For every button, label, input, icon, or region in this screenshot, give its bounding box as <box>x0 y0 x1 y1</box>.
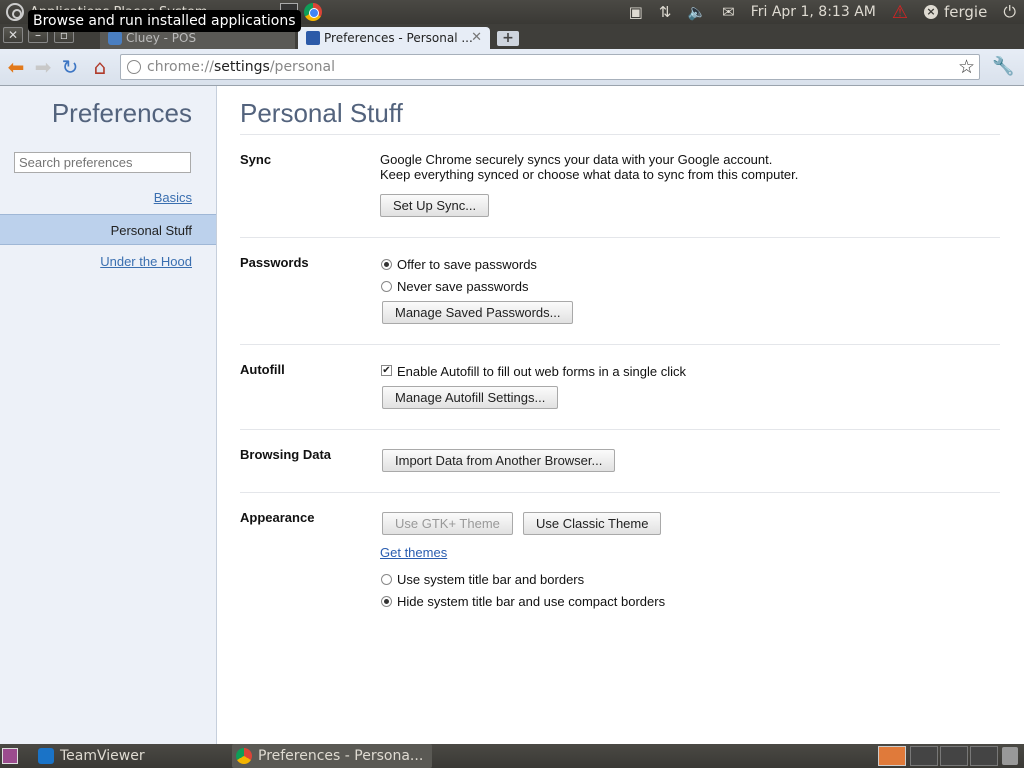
search-preferences-input[interactable] <box>14 152 191 173</box>
power-icon[interactable]: ⏻ <box>1003 2 1016 22</box>
import-data-button[interactable]: Import Data from Another Browser... <box>382 449 616 472</box>
system-tray: ▣ ⇅ 🔈 ✉ Fri Apr 1, 8:13 AM ⚠ × fergie ⏻ <box>621 0 1024 24</box>
hide-system-title-bar-radio[interactable] <box>381 596 392 607</box>
manage-saved-passwords-button[interactable]: Manage Saved Passwords... <box>382 301 574 324</box>
passwords-label: Passwords <box>240 255 309 270</box>
chrome-icon <box>236 748 252 764</box>
bookmark-star-icon[interactable]: ☆ <box>958 56 975 78</box>
new-tab-button[interactable]: + <box>497 31 519 46</box>
user-name: fergie <box>944 3 988 21</box>
url-text: chrome://settings/personal <box>147 59 336 75</box>
display-icon[interactable]: ▣ <box>629 3 643 21</box>
mail-icon[interactable]: ✉ <box>722 3 735 21</box>
use-system-title-bar-radio[interactable] <box>381 574 392 585</box>
ubuntu-logo-icon[interactable] <box>6 3 24 21</box>
volume-icon[interactable]: 🔈 <box>687 3 706 21</box>
taskbar-label: TeamViewer <box>60 748 145 764</box>
teamviewer-icon <box>38 748 54 764</box>
browser-toolbar: ⬅ ➡ ↻ ⌂ chrome://settings/personal ☆ 🔧 <box>0 49 1024 86</box>
hide-system-title-bar-label: Hide system title bar and use compact bo… <box>397 594 666 609</box>
offer-save-passwords-label: Offer to save passwords <box>397 257 537 272</box>
reload-icon[interactable]: ↻ <box>59 56 81 78</box>
set-up-sync-button[interactable]: Set Up Sync... <box>380 194 490 217</box>
offer-save-passwords-radio[interactable] <box>381 259 392 270</box>
trash-icon[interactable] <box>1002 747 1018 765</box>
show-desktop-icon[interactable] <box>2 748 18 764</box>
manage-autofill-settings-button[interactable]: Manage Autofill Settings... <box>382 386 559 409</box>
sync-description-1: Google Chrome securely syncs your data w… <box>380 152 773 167</box>
tab-title: Preferences - Personal ... <box>324 31 473 45</box>
sync-label: Sync <box>240 152 272 167</box>
sidebar-item-basics[interactable]: Basics <box>0 182 216 213</box>
never-save-passwords-radio[interactable] <box>381 281 392 292</box>
taskbar-label: Preferences - Persona... <box>258 748 424 764</box>
appearance-label: Appearance <box>240 510 315 525</box>
forward-arrow-icon[interactable]: ➡ <box>32 56 54 78</box>
enable-autofill-label: Enable Autofill to fill out web forms in… <box>397 364 687 379</box>
page-title: Personal Stuff <box>240 98 403 128</box>
back-arrow-icon[interactable]: ⬅ <box>5 56 27 78</box>
get-themes-link[interactable]: Get themes <box>380 545 447 560</box>
divider <box>240 134 1000 135</box>
wrench-favicon-icon <box>306 31 320 45</box>
cluey-favicon-icon <box>108 31 122 45</box>
tab-title: Cluey - POS <box>126 31 197 45</box>
sidebar-item-under-the-hood[interactable]: Under the Hood <box>0 246 216 277</box>
wrench-menu-icon[interactable]: 🔧 <box>992 56 1014 77</box>
workspace-1-icon[interactable] <box>878 746 906 766</box>
workspace-2-icon[interactable] <box>910 746 938 766</box>
workspace-4-icon[interactable] <box>970 746 998 766</box>
omnibox[interactable]: chrome://settings/personal ☆ <box>120 54 980 80</box>
divider <box>240 492 1000 493</box>
clock[interactable]: Fri Apr 1, 8:13 AM <box>751 4 876 20</box>
launcher-tooltip: Browse and run installed applications <box>28 10 301 32</box>
sync-description-2: Keep everything synced or choose what da… <box>380 167 799 182</box>
sidebar-title: Preferences <box>51 98 192 128</box>
preferences-sidebar: Preferences Basics Personal Stuff Under … <box>0 86 217 744</box>
top-panel: Applications Places System Browse and ru… <box>0 0 1024 32</box>
preferences-main: Personal Stuff Sync Google Chrome secure… <box>218 86 1024 744</box>
use-classic-theme-button[interactable]: Use Classic Theme <box>523 512 662 535</box>
warning-icon[interactable]: ⚠ <box>892 2 908 23</box>
never-save-passwords-label: Never save passwords <box>397 279 529 294</box>
autofill-label: Autofill <box>240 362 285 377</box>
enable-autofill-checkbox[interactable]: ✔ <box>381 365 392 376</box>
use-gtk-theme-button[interactable]: Use GTK+ Theme <box>382 512 513 535</box>
divider <box>240 237 1000 238</box>
home-icon[interactable]: ⌂ <box>89 56 111 78</box>
sidebar-item-personal-stuff[interactable]: Personal Stuff <box>0 214 216 245</box>
browsing-data-label: Browsing Data <box>240 447 332 462</box>
taskbar-item-preferences[interactable]: Preferences - Persona... <box>232 744 432 768</box>
tab-close-icon[interactable]: ✕ <box>471 27 482 49</box>
bottom-panel: TeamViewer Preferences - Persona... <box>0 744 1024 768</box>
use-system-title-bar-label: Use system title bar and borders <box>397 572 585 587</box>
chrome-launcher-icon[interactable] <box>304 3 322 21</box>
user-menu[interactable]: × fergie <box>924 3 987 21</box>
workspace-3-icon[interactable] <box>940 746 968 766</box>
divider <box>240 344 1000 345</box>
divider <box>240 429 1000 430</box>
network-icon[interactable]: ⇅ <box>659 3 672 21</box>
page-info-icon[interactable] <box>127 60 141 74</box>
tab-preferences[interactable]: Preferences - Personal ... ✕ <box>298 27 490 49</box>
taskbar-item-teamviewer[interactable]: TeamViewer <box>34 744 224 768</box>
window-close-button[interactable]: ✕ <box>3 27 23 43</box>
user-status-icon: × <box>924 5 938 19</box>
